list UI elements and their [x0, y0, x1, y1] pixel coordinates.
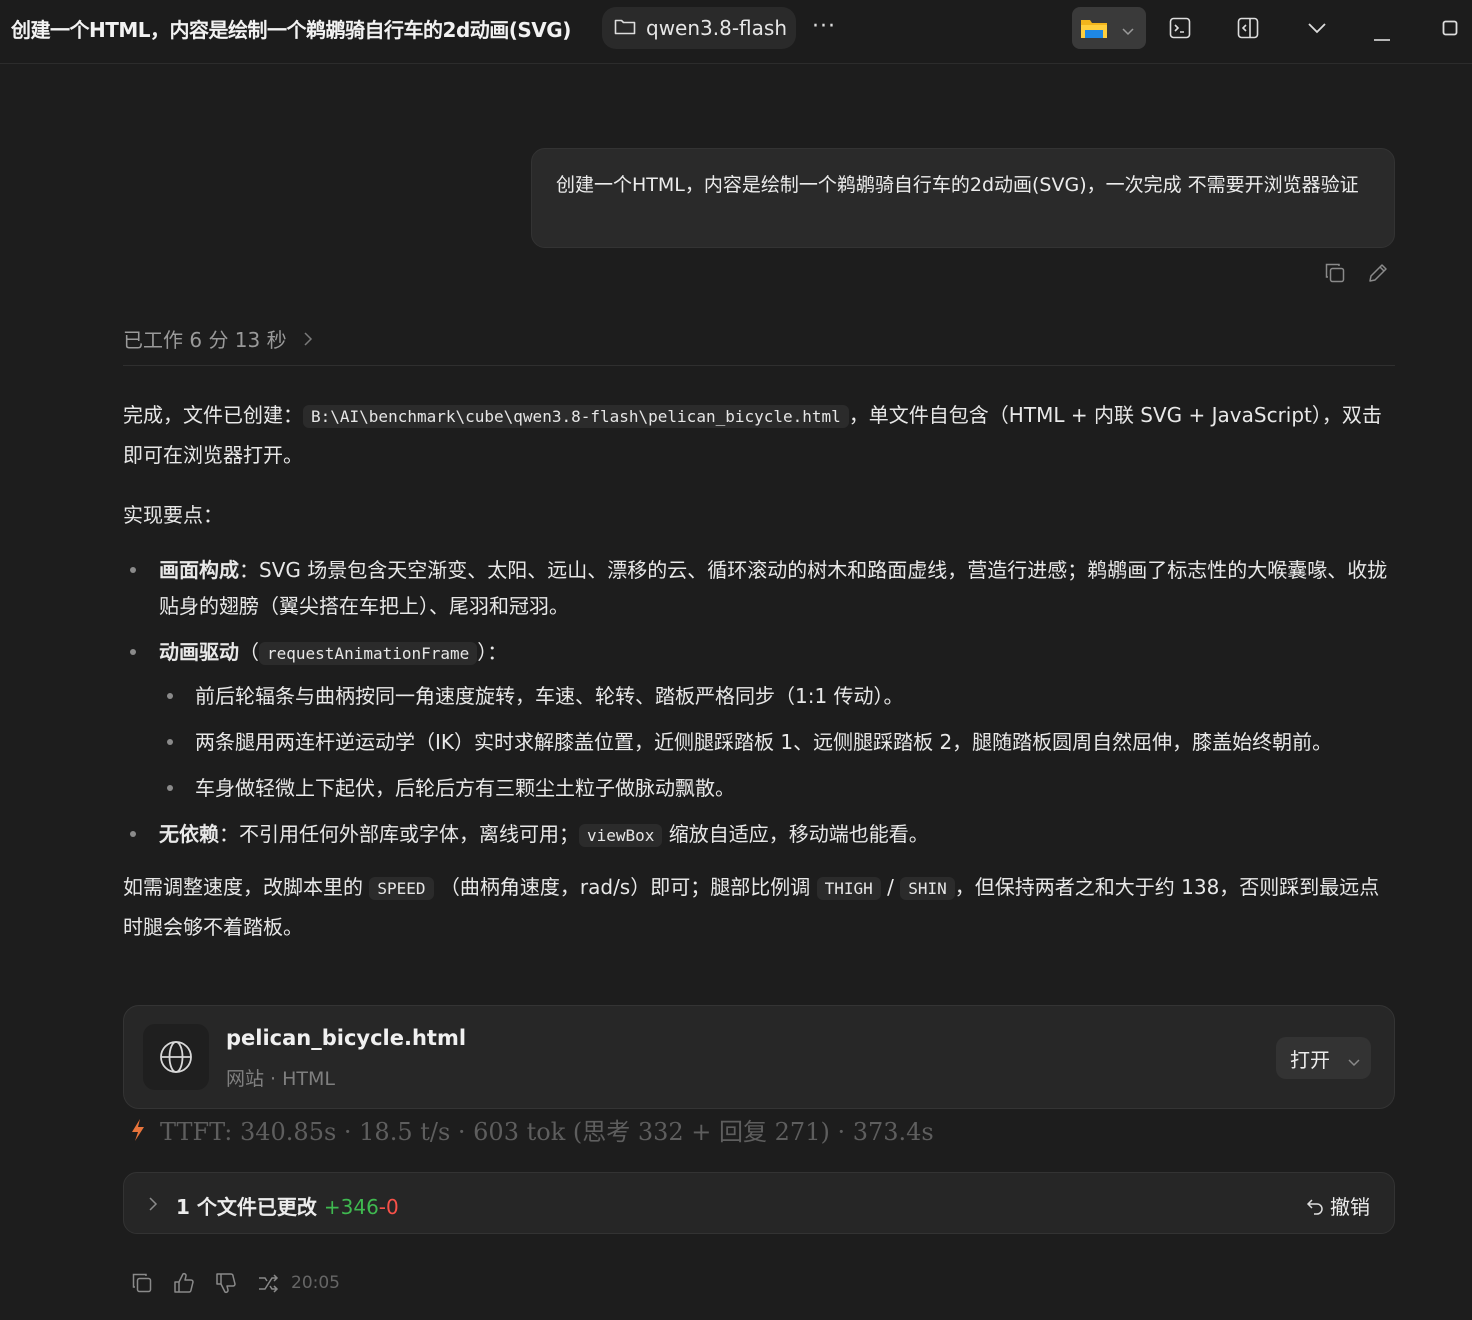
thumbs-down-icon[interactable] — [215, 1272, 237, 1298]
fork-icon[interactable] — [257, 1272, 279, 1298]
list-item: 画面构成：SVG 场景包含天空渐变、太阳、远山、漂移的云、循环滚动的树木和路面虚… — [123, 552, 1395, 624]
worked-duration: 已工作 6 分 13 秒 — [123, 328, 287, 352]
undo-button[interactable]: 撤销 — [1306, 1191, 1370, 1220]
inline-code: requestAnimationFrame — [259, 642, 478, 665]
generation-stats: TTFT: 340.85s · 18.5 t/s · 603 tok (思考 3… — [130, 1112, 934, 1147]
lines-added: +346 — [323, 1195, 379, 1219]
divider — [123, 365, 1395, 366]
lightning-icon — [130, 1118, 146, 1142]
copy-icon[interactable] — [1324, 262, 1346, 288]
sub-list: 前后轮辐条与曲柄按同一角速度旋转，车速、轮转、踏板严格同步（1:1 传动）。 两… — [159, 678, 1395, 806]
thumbs-up-icon[interactable] — [173, 1272, 195, 1298]
edit-icon[interactable] — [1367, 262, 1389, 288]
message-time: 20:05 — [291, 1273, 340, 1293]
toggle-panel-icon[interactable] — [1237, 17, 1259, 43]
inline-code: SPEED — [369, 877, 434, 900]
intro-paragraph: 完成，文件已创建： B:\AI\benchmark\cube\qwen3.8-fl… — [123, 403, 1382, 467]
chevron-right-icon — [148, 1196, 158, 1216]
globe-icon — [143, 1024, 209, 1090]
file-card[interactable]: pelican_bicycle.html 网站 · HTML 打开 — [123, 1005, 1395, 1109]
user-message: 创建一个HTML，内容是绘制一个鹈鹕骑自行车的2d动画(SVG)，一次完成 不需… — [531, 148, 1395, 248]
conversation-title: 创建一个HTML，内容是绘制一个鹈鹕骑自行车的2d动画(SVG) — [11, 18, 571, 42]
open-in-explorer-button[interactable] — [1072, 7, 1146, 49]
file-path-code: B:\AI\benchmark\cube\qwen3.8-flash\pelic… — [303, 405, 849, 428]
changed-files-bar[interactable]: 1 个文件已更改 +346-0 撤销 — [123, 1172, 1395, 1234]
chevron-right-icon — [303, 331, 313, 347]
minimize-icon[interactable] — [1373, 27, 1391, 46]
lines-removed: -0 — [378, 1195, 399, 1219]
points-list: 画面构成：SVG 场景包含天空渐变、太阳、远山、漂移的云、循环滚动的树木和路面虚… — [123, 552, 1395, 854]
copy-icon[interactable] — [131, 1272, 153, 1298]
folder-icon — [614, 17, 636, 39]
chevron-down-icon — [1348, 1053, 1360, 1072]
undo-icon — [1306, 1197, 1324, 1215]
list-item: 车身做轻微上下起伏，后轮后方有三颗尘土粒子做脉动飘散。 — [159, 770, 1395, 806]
maximize-icon[interactable] — [1442, 20, 1458, 40]
assistant-response: 完成，文件已创建： B:\AI\benchmark\cube\qwen3.8-fl… — [123, 396, 1395, 968]
inline-code: THIGH — [816, 877, 881, 900]
list-item: 动画驱动（ requestAnimationFrame）： 前后轮辐条与曲柄按同一… — [123, 634, 1395, 806]
file-meta: 网站 · HTML — [226, 1068, 335, 1090]
project-chip[interactable]: qwen3.8-flash — [602, 7, 796, 49]
list-item: 无依赖：不引用任何外部库或字体，离线可用； viewBox 缩放自适应，移动端也能… — [123, 816, 1395, 854]
chevron-down-icon[interactable] — [1306, 20, 1328, 39]
inline-code: viewBox — [579, 824, 663, 847]
open-file-button[interactable]: 打开 — [1276, 1037, 1371, 1079]
terminal-icon[interactable] — [1169, 17, 1191, 43]
title-bar: 创建一个HTML，内容是绘制一个鹈鹕骑自行车的2d动画(SVG) qwen3.8… — [0, 0, 1472, 64]
worked-duration-toggle[interactable]: 已工作 6 分 13 秒 — [123, 324, 313, 353]
open-label: 打开 — [1290, 1047, 1330, 1072]
points-heading: 实现要点： — [123, 503, 223, 527]
list-item: 前后轮辐条与曲柄按同一角速度旋转，车速、轮转、踏板严格同步（1:1 传动）。 — [159, 678, 1395, 714]
list-item: 两条腿用两连杆逆运动学（IK）实时求解膝盖位置，近侧腿踩踏板 1、远侧腿踩踏板 … — [159, 724, 1395, 760]
inline-code: SHIN — [900, 877, 955, 900]
project-name: qwen3.8-flash — [646, 16, 788, 40]
more-options-icon[interactable]: ··· — [812, 14, 836, 39]
outro-paragraph: 如需调整速度，改脚本里的 SPEED （曲柄角速度，rad/s）即可；腿部比例调… — [123, 875, 1380, 939]
explorer-folder-icon — [1080, 16, 1108, 44]
changed-files-summary: 1 个文件已更改 +346-0 — [176, 1195, 399, 1219]
file-name: pelican_bicycle.html — [226, 1026, 467, 1050]
chevron-down-icon — [1122, 22, 1134, 41]
